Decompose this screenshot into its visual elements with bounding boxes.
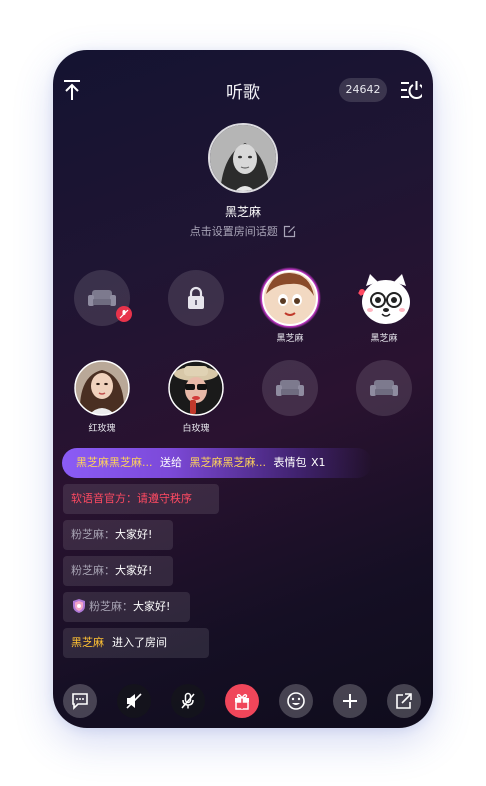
message-sender[interactable]: 粉芝麻：: [71, 564, 115, 577]
chat-message: 粉芝麻：大家好!: [63, 520, 173, 550]
chat-message: 软语音官方：请遵守秩序: [63, 484, 219, 514]
mic-muted-badge-icon: [116, 306, 132, 322]
set-topic-label: 点击设置房间话题: [189, 225, 278, 238]
seat-1-empty-muted[interactable]: [74, 270, 132, 326]
host-name: 黑芝麻: [224, 205, 261, 219]
set-topic-row[interactable]: 点击设置房间话题: [53, 223, 433, 239]
message-text: 进入了房间: [112, 636, 167, 649]
gift-name: 表情包: [273, 456, 307, 469]
message-sender[interactable]: 软语音官方：: [71, 492, 137, 505]
bottom-toolbar: [53, 680, 433, 720]
gift-icon: [235, 694, 249, 710]
mic-mute-button[interactable]: [171, 684, 205, 718]
seat-3-name: 黑芝麻: [276, 334, 304, 344]
lock-icon: [188, 286, 204, 309]
seat-8-empty[interactable]: [356, 360, 412, 416]
host-avatar[interactable]: [208, 123, 278, 193]
seat-4-occupied[interactable]: [354, 268, 414, 328]
exit-power-icon[interactable]: [400, 79, 422, 101]
chat-icon: [72, 693, 88, 710]
plus-icon: [343, 694, 357, 708]
chat-button[interactable]: [63, 684, 97, 718]
gift-sender[interactable]: 黑芝麻黑芝麻...: [76, 456, 153, 469]
seat-6-name: 白玫瑰: [182, 424, 210, 434]
chat-message: 粉芝麻：大家好!: [63, 556, 173, 586]
gift-receiver[interactable]: 黑芝麻黑芝麻...: [190, 456, 267, 469]
seat-5-name: 红玫瑰: [88, 424, 116, 434]
share-icon: [396, 693, 412, 709]
message-sender[interactable]: 粉芝麻：: [71, 528, 115, 541]
sofa-icon: [276, 380, 304, 396]
speaker-mute-button[interactable]: [117, 684, 151, 718]
gift-announcement-banner: 黑芝麻黑芝麻... 送给 黑芝麻黑芝麻... 表情包 X1: [62, 448, 372, 478]
message-sender[interactable]: 黑芝麻: [71, 636, 104, 649]
plus-button[interactable]: [333, 684, 367, 718]
seat-5-occupied[interactable]: [74, 360, 130, 416]
vip-shield-badge-icon: [73, 599, 85, 613]
chat-message: 黑芝麻 进入了房间: [63, 628, 209, 658]
emoji-button[interactable]: [279, 684, 313, 718]
message-sender[interactable]: 粉芝麻：: [89, 600, 133, 613]
seat-2-locked[interactable]: [168, 270, 224, 326]
seat-4-name: 黑芝麻: [370, 334, 398, 344]
seat-3-occupied[interactable]: [258, 266, 322, 330]
seat-7-empty[interactable]: [262, 360, 318, 416]
edit-icon: [284, 225, 296, 238]
message-text: 请遵守秩序: [137, 492, 192, 505]
stage: 听歌 24642 黑芝麻 点击设置房间话题 黑芝麻 黑芝麻 红玫瑰 白玫瑰 黑芝…: [0, 0, 486, 786]
seat-6-occupied[interactable]: [168, 360, 224, 416]
gift-button[interactable]: [225, 684, 259, 718]
sofa-icon: [370, 380, 398, 396]
top-bar: 听歌 24642: [53, 50, 433, 130]
message-text: 大家好!: [115, 564, 153, 577]
share-button[interactable]: [387, 684, 421, 718]
chat-message: 粉芝麻：大家好!: [63, 592, 190, 622]
emoji-icon: [287, 692, 305, 710]
sofa-icon: [88, 290, 116, 306]
gift-count: X1: [311, 456, 326, 469]
message-text: 大家好!: [133, 600, 171, 613]
mic-mute-icon: [181, 692, 195, 709]
gift-verb: 送给: [160, 456, 182, 469]
online-count-badge[interactable]: 24642: [339, 78, 387, 102]
phone-screen: 听歌 24642 黑芝麻 点击设置房间话题 黑芝麻 黑芝麻 红玫瑰 白玫瑰 黑芝…: [53, 50, 433, 728]
speaker-mute-icon: [126, 693, 142, 709]
message-text: 大家好!: [115, 528, 153, 541]
